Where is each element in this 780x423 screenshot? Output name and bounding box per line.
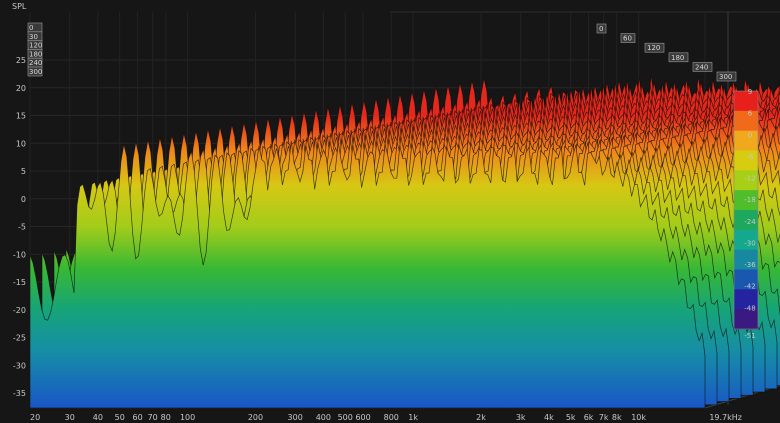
colorbar-tick-label: 6 (748, 110, 753, 118)
colorbar-tick-label: -42 (744, 283, 755, 291)
time-tick-label: 240 (695, 63, 708, 71)
colorbar-tick-label: -51 (744, 332, 755, 340)
time-tick-label: 0 (599, 25, 603, 33)
freq-tick-label: 400 (316, 413, 331, 422)
spl-axis-title: SPL (12, 2, 27, 11)
freq-tick-label: 4k (544, 413, 554, 422)
colorbar-tick-label: -48 (744, 304, 755, 312)
spl-tick-label: -5 (18, 223, 26, 232)
spl-tick-label: 5 (21, 167, 26, 176)
freq-tick-label: 40 (93, 413, 103, 422)
time-tick-label: 120 (29, 42, 42, 50)
freq-tick-label: 800 (384, 413, 399, 422)
colorbar-tick-label: -18 (744, 196, 755, 204)
freq-tick-label: 8k (612, 413, 622, 422)
freq-tick-label: 10k (631, 413, 646, 422)
spl-tick-label: 25 (16, 56, 26, 65)
freq-tick-label: 7k (599, 413, 609, 422)
time-tick-label: 60 (623, 35, 632, 43)
spl-tick-label: -15 (13, 278, 26, 287)
colorbar-tick-label: -6 (747, 153, 755, 161)
spl-tick-label: -20 (13, 306, 26, 315)
colorbar-tick-label: -24 (744, 218, 756, 226)
spl-tick-label: 15 (16, 112, 26, 121)
colorbar-tick-label: -36 (744, 261, 756, 269)
freq-tick-label: 3k (516, 413, 526, 422)
freq-tick-label: 80 (161, 413, 171, 422)
colorbar-tick-label: 0 (748, 131, 752, 139)
color-scale-bar: 9 6 0 -6 -12 -18 -24 -30 -36 -42 -48 -51 (733, 88, 759, 340)
time-tick-label: 180 (29, 50, 42, 58)
freq-tick-label: 300 (288, 413, 303, 422)
colorbar-segment (734, 130, 758, 151)
freq-tick-label: 30 (65, 413, 75, 422)
freq-tick-label: 6k (584, 413, 594, 422)
freq-tick-label: 600 (355, 413, 370, 422)
freq-tick-label: 1k (408, 413, 418, 422)
spl-tick-label: 0 (21, 195, 26, 204)
freq-tick-label: 5k (566, 413, 576, 422)
freq-tick-label: 20 (30, 413, 40, 422)
waterfall-surface (29, 74, 780, 409)
colorbar-tick-label: -30 (744, 239, 755, 247)
colorbar-tick-label: 9 (748, 88, 752, 96)
freq-tick-label: 500 (338, 413, 353, 422)
freq-tick-label: 2k (476, 413, 486, 422)
time-tick-label: 240 (29, 59, 42, 67)
time-tick-label: 180 (671, 54, 684, 62)
spl-tick-label: 20 (16, 84, 26, 93)
time-tick-label: 0 (29, 24, 33, 32)
colorbar-segment (734, 91, 758, 112)
spl-tick-label: -25 (13, 334, 26, 343)
spl-tick-label: -10 (13, 250, 26, 259)
time-tick-label: 120 (647, 44, 660, 52)
freq-tick-label: 19.7kHz (709, 413, 742, 422)
freq-tick-label: 50 (115, 413, 125, 422)
spl-tick-label: -35 (13, 389, 26, 398)
freq-tick-label: 200 (248, 413, 263, 422)
waterfall-plot[interactable]: 2520151050-5-10-15-20-25-30-3520 30 40 50 60… (0, 0, 780, 423)
freq-tick-label: 60 (132, 413, 142, 422)
time-tick-label: 30 (29, 33, 38, 41)
freq-tick-label: 100 (180, 413, 195, 422)
colorbar-tick-label: -12 (744, 175, 755, 183)
spl-tick-label: -30 (13, 361, 26, 370)
spl-tick-label: 10 (16, 139, 26, 148)
time-tick-label: 300 (29, 68, 42, 76)
freq-tick-label: 70 (148, 413, 158, 422)
time-tick-label: 300 (719, 73, 732, 81)
colorbar-segment (734, 110, 758, 132)
